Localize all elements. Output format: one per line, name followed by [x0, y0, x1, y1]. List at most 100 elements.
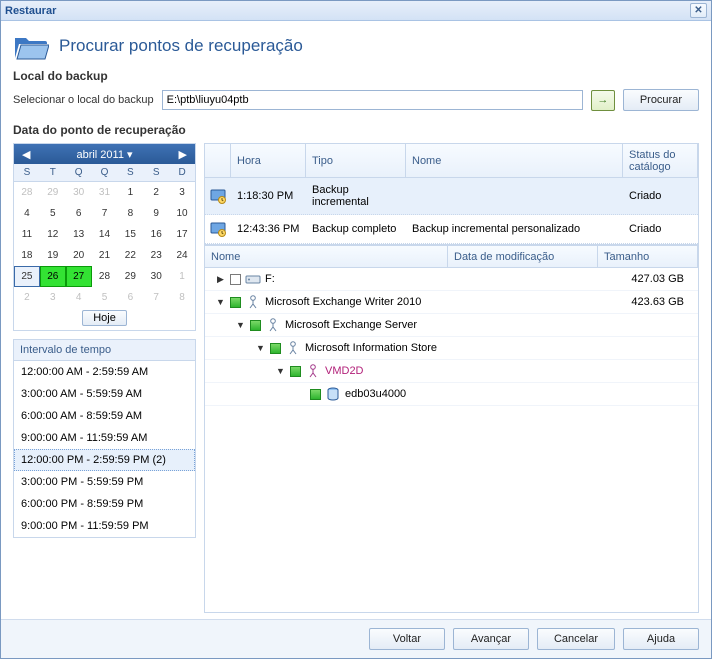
- calendar-day[interactable]: 25: [14, 266, 40, 287]
- calendar-day[interactable]: 16: [143, 224, 169, 245]
- calendar-day[interactable]: 30: [143, 266, 169, 287]
- calendar-day[interactable]: 21: [92, 245, 118, 266]
- titlebar: Restaurar ✕: [1, 1, 711, 21]
- calendar-dow: S: [143, 164, 169, 181]
- time-range-item[interactable]: 9:00:00 PM - 11:59:59 PM: [14, 515, 195, 537]
- calendar-day[interactable]: 12: [40, 224, 66, 245]
- expander-icon[interactable]: ▼: [275, 366, 286, 376]
- column-header-file-data[interactable]: Data de modificação: [448, 246, 598, 267]
- backup-row[interactable]: 12:43:36 PMBackup completoBackup increme…: [205, 215, 698, 244]
- backup-icon: [210, 188, 226, 204]
- expander-icon[interactable]: ▼: [255, 343, 266, 353]
- tree-row[interactable]: edb03u4000: [205, 383, 698, 406]
- calendar-day[interactable]: 15: [117, 224, 143, 245]
- time-range-item[interactable]: 12:00:00 AM - 2:59:59 AM: [14, 361, 195, 383]
- checkbox[interactable]: [310, 389, 321, 400]
- calendar-day[interactable]: 19: [40, 245, 66, 266]
- column-header-icon[interactable]: [205, 144, 231, 177]
- checkbox[interactable]: [230, 274, 241, 285]
- checkbox[interactable]: [270, 343, 281, 354]
- calendar-day[interactable]: 18: [14, 245, 40, 266]
- window-title: Restaurar: [5, 5, 56, 17]
- tree-row[interactable]: ▼Microsoft Information Store: [205, 337, 698, 360]
- calendar-day[interactable]: 14: [92, 224, 118, 245]
- tree-row[interactable]: ▼Microsoft Exchange Writer 2010423.63 GB: [205, 291, 698, 314]
- calendar-day[interactable]: 6: [66, 203, 92, 224]
- calendar-day[interactable]: 3: [40, 287, 66, 308]
- column-header-status[interactable]: Status do catálogo: [623, 144, 698, 177]
- today-button[interactable]: Hoje: [82, 310, 127, 326]
- calendar-next[interactable]: ▶: [175, 148, 191, 161]
- time-range-item[interactable]: 9:00:00 AM - 11:59:59 AM: [14, 427, 195, 449]
- tree-row[interactable]: ▼VMD2D: [205, 360, 698, 383]
- location-section-label: Local do backup: [13, 69, 699, 83]
- db-icon: [325, 386, 341, 402]
- calendar: ◀ abril 2011 ▾ ▶ STQQSSD 282930311234567…: [13, 143, 196, 331]
- calendar-day[interactable]: 5: [92, 287, 118, 308]
- calendar-day[interactable]: 29: [40, 182, 66, 203]
- arrow-right-icon: →: [597, 94, 608, 106]
- calendar-day[interactable]: 7: [143, 287, 169, 308]
- backup-row[interactable]: 1:18:30 PMBackup incrementalCriado: [205, 178, 698, 215]
- calendar-day[interactable]: 4: [14, 203, 40, 224]
- calendar-day[interactable]: 8: [117, 203, 143, 224]
- tree-row[interactable]: ▶F:427.03 GB: [205, 268, 698, 291]
- calendar-month-picker[interactable]: abril 2011 ▾: [76, 148, 132, 161]
- calendar-day[interactable]: 9: [143, 203, 169, 224]
- checkbox[interactable]: [290, 366, 301, 377]
- column-header-tipo[interactable]: Tipo: [306, 144, 406, 177]
- calendar-day[interactable]: 4: [66, 287, 92, 308]
- time-range-item[interactable]: 12:00:00 PM - 2:59:59 PM (2): [14, 449, 195, 471]
- column-header-file-tamanho[interactable]: Tamanho: [598, 246, 698, 267]
- calendar-dow: T: [40, 164, 66, 181]
- calendar-day[interactable]: 23: [143, 245, 169, 266]
- time-range-item[interactable]: 6:00:00 AM - 8:59:59 AM: [14, 405, 195, 427]
- calendar-day[interactable]: 5: [40, 203, 66, 224]
- close-button[interactable]: ✕: [690, 3, 707, 18]
- calendar-day[interactable]: 28: [92, 266, 118, 287]
- calendar-day[interactable]: 10: [169, 203, 195, 224]
- calendar-day[interactable]: 11: [14, 224, 40, 245]
- calendar-day[interactable]: 17: [169, 224, 195, 245]
- column-header-file-nome[interactable]: Nome: [205, 246, 448, 267]
- calendar-day[interactable]: 28: [14, 182, 40, 203]
- checkbox[interactable]: [250, 320, 261, 331]
- tree-row[interactable]: ▼ Microsoft Exchange Server: [205, 314, 698, 337]
- calendar-day[interactable]: 27: [66, 266, 92, 287]
- calendar-day[interactable]: 6: [117, 287, 143, 308]
- browse-button[interactable]: Procurar: [623, 89, 699, 111]
- next-button[interactable]: Avançar: [453, 628, 529, 650]
- calendar-day[interactable]: 3: [169, 182, 195, 203]
- checkbox[interactable]: [230, 297, 241, 308]
- calendar-day[interactable]: 29: [117, 266, 143, 287]
- time-range-item[interactable]: 3:00:00 PM - 5:59:59 PM: [14, 471, 195, 493]
- calendar-day[interactable]: 1: [169, 266, 195, 287]
- go-button[interactable]: →: [591, 90, 615, 111]
- expander-icon[interactable]: ▼: [215, 297, 226, 307]
- calendar-day[interactable]: 24: [169, 245, 195, 266]
- calendar-day[interactable]: 7: [92, 203, 118, 224]
- calendar-day[interactable]: 22: [117, 245, 143, 266]
- help-button[interactable]: Ajuda: [623, 628, 699, 650]
- back-button[interactable]: Voltar: [369, 628, 445, 650]
- column-header-hora[interactable]: Hora: [231, 144, 306, 177]
- cancel-button[interactable]: Cancelar: [537, 628, 615, 650]
- calendar-day[interactable]: 26: [40, 266, 66, 287]
- calendar-day[interactable]: 2: [14, 287, 40, 308]
- calendar-day[interactable]: 31: [92, 182, 118, 203]
- expander-icon[interactable]: ▼: [235, 320, 246, 330]
- calendar-day[interactable]: 20: [66, 245, 92, 266]
- calendar-prev[interactable]: ◀: [18, 148, 34, 161]
- calendar-day[interactable]: 1: [117, 182, 143, 203]
- calendar-dow: S: [117, 164, 143, 181]
- calendar-day[interactable]: 2: [143, 182, 169, 203]
- calendar-day[interactable]: 13: [66, 224, 92, 245]
- backup-location-input[interactable]: [162, 90, 583, 110]
- calendar-day[interactable]: 8: [169, 287, 195, 308]
- column-header-nome[interactable]: Nome: [406, 144, 623, 177]
- calendar-day[interactable]: 30: [66, 182, 92, 203]
- expander-icon[interactable]: ▶: [215, 274, 226, 285]
- tree-label: Microsoft Exchange Server: [285, 319, 417, 331]
- time-range-item[interactable]: 6:00:00 PM - 8:59:59 PM: [14, 493, 195, 515]
- time-range-item[interactable]: 3:00:00 AM - 5:59:59 AM: [14, 383, 195, 405]
